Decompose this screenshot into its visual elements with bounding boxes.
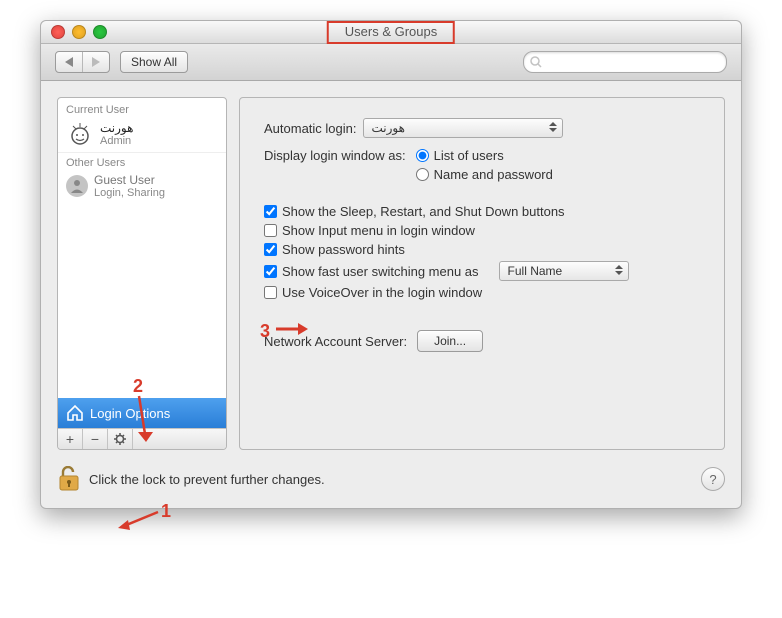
radio-name-password[interactable]	[416, 168, 429, 181]
nav-back-forward	[55, 51, 110, 73]
remove-user-button[interactable]: −	[83, 429, 108, 449]
lock-button[interactable]	[57, 466, 81, 492]
sidebar-actionbar: + −	[58, 428, 226, 449]
current-user-row[interactable]: هورنت Admin	[58, 118, 226, 152]
chevron-right-icon	[92, 57, 100, 67]
radio-list-of-users[interactable]	[416, 149, 429, 162]
back-button[interactable]	[56, 52, 83, 72]
login-options-label: Login Options	[90, 406, 170, 421]
toolbar: Show All	[41, 44, 741, 81]
current-user-role: Admin	[100, 135, 133, 147]
titlebar: Users & Groups	[41, 21, 741, 44]
current-user-name: هورنت	[100, 121, 133, 135]
bulb-icon	[66, 120, 94, 148]
auto-login-select[interactable]: هورنت	[363, 118, 563, 138]
close-icon[interactable]	[51, 25, 65, 39]
window-controls	[41, 25, 107, 39]
checkbox-sleep-restart[interactable]	[264, 205, 277, 218]
checkbox-input-menu[interactable]	[264, 224, 277, 237]
checkbox-sleep-label: Show the Sleep, Restart, and Shut Down b…	[282, 204, 565, 219]
add-user-button[interactable]: +	[58, 429, 83, 449]
sidebar-gear-button[interactable]	[108, 429, 133, 449]
guest-user-role: Login, Sharing	[94, 187, 165, 199]
question-icon: ?	[709, 472, 716, 487]
checkbox-voiceover[interactable]	[264, 286, 277, 299]
house-icon	[66, 404, 84, 422]
guest-user-name: Guest User	[94, 173, 165, 187]
checkbox-hints-label: Show password hints	[282, 242, 405, 257]
radio-namepw-label: Name and password	[434, 167, 553, 182]
checkbox-input-label: Show Input menu in login window	[282, 223, 475, 238]
search-field[interactable]	[523, 51, 727, 73]
checkbox-fast-label: Show fast user switching menu as	[282, 264, 479, 279]
footer: Click the lock to prevent further change…	[41, 460, 741, 508]
current-user-section-label: Current User	[58, 98, 226, 118]
unlocked-lock-icon	[57, 466, 81, 492]
minimize-icon[interactable]	[72, 25, 86, 39]
network-account-label: Network Account Server:	[264, 334, 407, 349]
fast-switching-select[interactable]: Full Name	[499, 261, 629, 281]
chevron-left-icon	[65, 57, 73, 67]
zoom-icon[interactable]	[93, 25, 107, 39]
guest-user-row[interactable]: Guest User Login, Sharing	[58, 171, 226, 203]
user-silhouette-icon	[66, 175, 88, 197]
search-input[interactable]	[546, 54, 720, 70]
search-icon	[530, 56, 542, 68]
lock-hint-text: Click the lock to prevent further change…	[89, 472, 325, 487]
show-all-button[interactable]: Show All	[120, 51, 188, 73]
checkbox-password-hints[interactable]	[264, 243, 277, 256]
annotation-1-arrow-icon	[116, 506, 161, 532]
preferences-window: Users & Groups Show All Current User	[40, 20, 742, 509]
other-users-section-label: Other Users	[58, 152, 226, 171]
login-options-pane: Automatic login: هورنت Display login win…	[239, 97, 725, 450]
auto-login-label: Automatic login:	[264, 121, 357, 136]
display-login-label: Display login window as:	[264, 148, 406, 163]
fast-switching-value: Full Name	[508, 264, 563, 278]
help-button[interactable]: ?	[701, 467, 725, 491]
join-button[interactable]: Join...	[417, 330, 483, 352]
gear-icon	[114, 433, 126, 445]
forward-button[interactable]	[83, 52, 109, 72]
window-title: Users & Groups	[327, 21, 455, 44]
radio-list-label: List of users	[434, 148, 504, 163]
checkbox-fast-user-switching[interactable]	[264, 265, 277, 278]
auto-login-value: هورنت	[372, 121, 405, 135]
login-options-item[interactable]: Login Options	[58, 398, 226, 428]
checkbox-voiceover-label: Use VoiceOver in the login window	[282, 285, 482, 300]
users-sidebar: Current User هورنت Admin Other Users	[57, 97, 227, 450]
